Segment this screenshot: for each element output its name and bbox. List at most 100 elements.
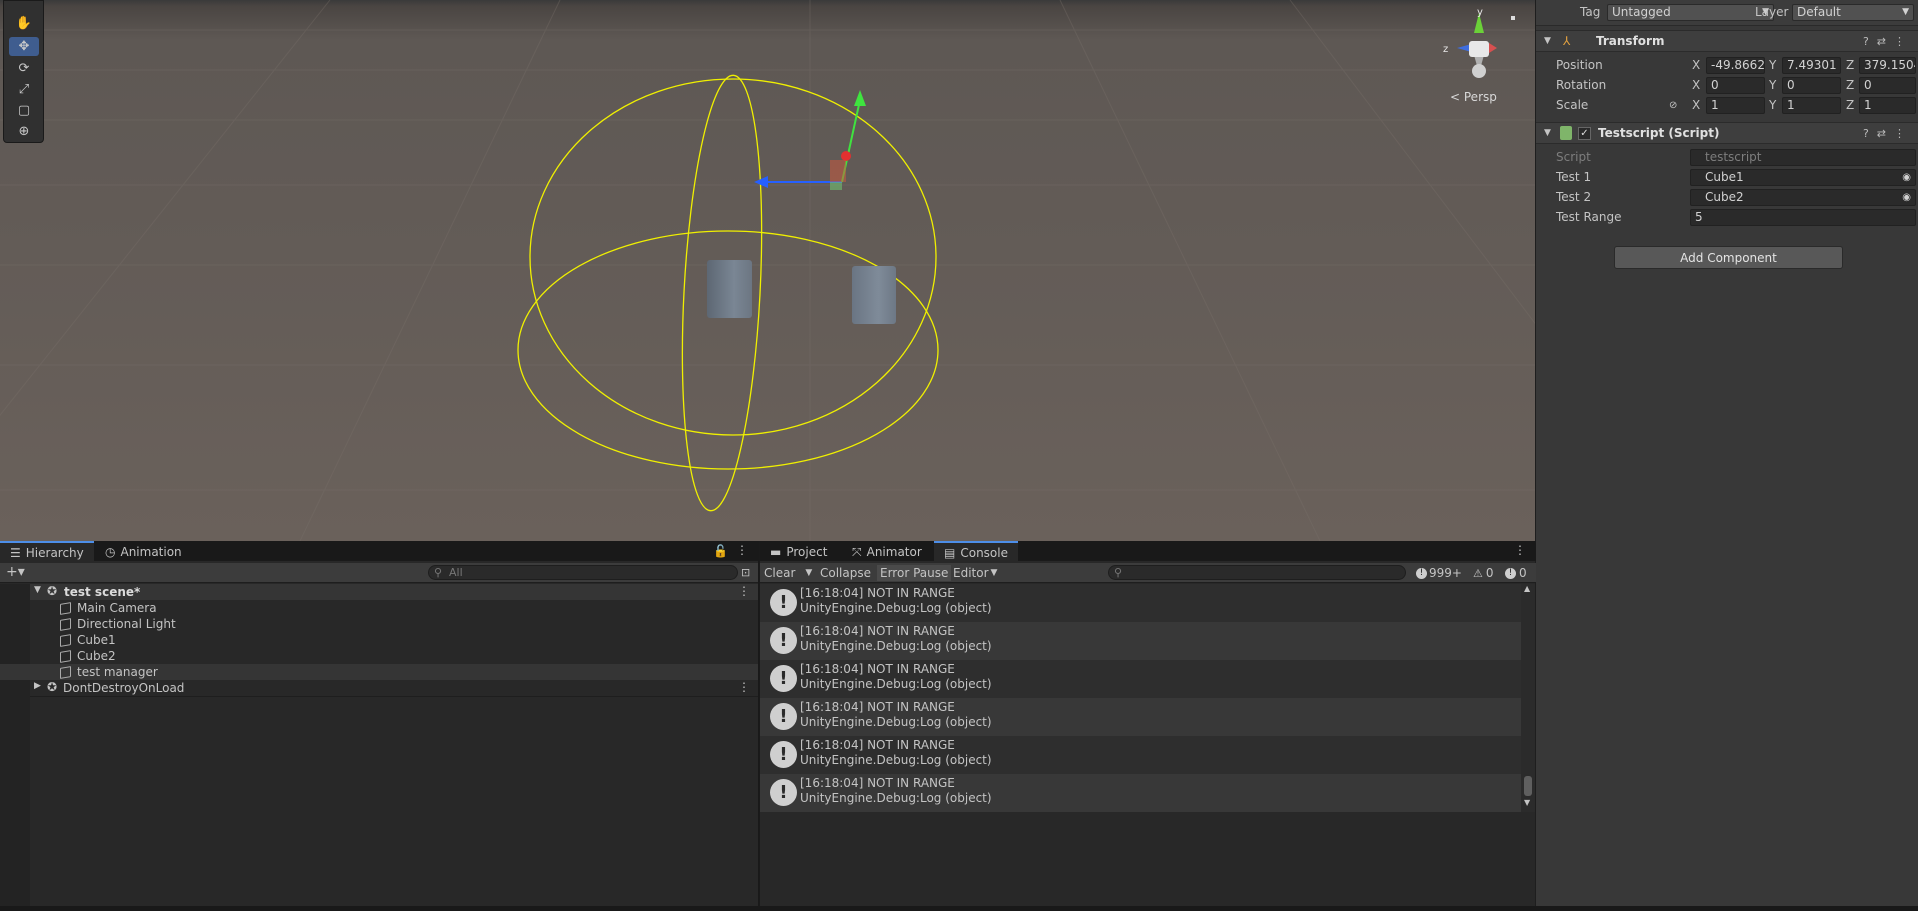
move-tool-button[interactable]: ✥ xyxy=(9,37,39,56)
list-item[interactable]: ! [16:18:04] NOT IN RANGE UnityEngine.Debu… xyxy=(760,622,1521,660)
console-icon: ▤ xyxy=(944,546,956,560)
scene-row[interactable]: ▼ ✪ test scene* ⋮ xyxy=(30,584,758,600)
foldout-arrow-icon[interactable]: ▶ xyxy=(34,681,41,691)
add-component-button[interactable]: Add Component xyxy=(1614,246,1843,269)
console-scrollbar[interactable]: ▲ ▼ xyxy=(1521,584,1535,812)
hand-tool-button[interactable]: ✋ xyxy=(9,14,39,33)
range-label: Test Range xyxy=(1556,210,1622,224)
search-icon: ⚲ xyxy=(1114,566,1123,579)
list-item[interactable]: Directional Light xyxy=(60,616,176,632)
foldout-arrow-icon[interactable]: ▼ xyxy=(1544,36,1551,46)
object-picker-icon[interactable]: ◉ xyxy=(1902,170,1911,185)
list-item[interactable]: ! [16:18:04] NOT IN RANGE UnityEngine.Debu… xyxy=(760,774,1521,812)
more-menu-icon[interactable]: ⋮ xyxy=(1514,543,1526,557)
testscript-title: Testscript (Script) xyxy=(1598,126,1720,140)
collapse-button[interactable]: Collapse xyxy=(820,565,871,581)
list-item[interactable]: ! [16:18:04] NOT IN RANGE UnityEngine.Debu… xyxy=(760,584,1521,622)
info-icon: ! xyxy=(1416,567,1427,579)
log-count: 999+ xyxy=(1429,566,1462,580)
rect-tool-button[interactable]: ▢ xyxy=(9,101,39,120)
tab-animator[interactable]: ⤧ Animator xyxy=(842,541,932,563)
perspective-toggle[interactable]: < Persp xyxy=(1450,90,1497,104)
tag-dropdown[interactable]: Untagged ▼ xyxy=(1607,4,1774,21)
scroll-down-icon[interactable]: ▼ xyxy=(1524,798,1530,807)
position-x-field[interactable]: -49.8662 xyxy=(1706,56,1765,74)
log-stacktrace: UnityEngine.Debug:Log (object) xyxy=(800,715,992,729)
orientation-gizmo[interactable]: y z xyxy=(1425,5,1515,80)
search-icon: ⚲ xyxy=(434,566,443,579)
axis-x-label: X xyxy=(1692,78,1701,92)
test-range-field[interactable]: 5 xyxy=(1690,208,1916,226)
tab-animator-label: Animator xyxy=(866,545,922,559)
gizmo-z-label: z xyxy=(1443,44,1448,55)
position-z-field[interactable]: 379.1504 xyxy=(1859,56,1916,74)
cube1-object[interactable] xyxy=(707,260,752,318)
scene-view[interactable]: ✋ ✥ ⟳ ⤢ ▢ ⊕ y z < Persp xyxy=(0,0,1535,541)
tab-console[interactable]: ▤ Console xyxy=(934,541,1018,563)
clear-button[interactable]: Clear ▼ xyxy=(764,565,812,581)
tab-project[interactable]: ▬ Project xyxy=(760,541,837,563)
more-menu-icon[interactable]: ⋮ xyxy=(736,543,748,557)
hierarchy-search-input[interactable]: ⚲ All xyxy=(428,565,738,580)
scale-tool-button[interactable]: ⤢ xyxy=(9,80,39,99)
create-button[interactable]: +▾ xyxy=(6,564,25,580)
foldout-arrow-icon[interactable]: ▼ xyxy=(34,585,41,595)
info-message-icon: ! xyxy=(770,589,797,616)
item-label: test manager xyxy=(77,665,158,679)
component-menu-icons[interactable]: ?⇄⋮ xyxy=(1863,127,1913,140)
list-item[interactable]: Main Camera xyxy=(60,600,157,616)
scene-visibility-icon[interactable]: ⊡ xyxy=(741,566,750,579)
list-item[interactable]: test manager xyxy=(60,664,158,680)
rotate-tool-button[interactable]: ⟳ xyxy=(9,59,39,78)
script-field: testscript xyxy=(1690,148,1916,166)
scene-menu-icon[interactable]: ⋮ xyxy=(738,584,750,598)
scene-menu-icon[interactable]: ⋮ xyxy=(738,680,750,694)
list-item[interactable]: Cube1 xyxy=(60,632,116,648)
component-menu-icons[interactable]: ?⇄⋮ xyxy=(1863,35,1913,48)
transform-tool-button[interactable]: ⊕ xyxy=(9,122,39,141)
error-count-toggle[interactable]: ! 0 xyxy=(1505,565,1527,581)
test2-object-field[interactable]: Cube2 ◉ xyxy=(1690,188,1916,206)
chevron-down-icon[interactable]: ▼ xyxy=(805,568,812,578)
warning-count-toggle[interactable]: ⚠ 0 xyxy=(1473,565,1494,581)
tab-console-label: Console xyxy=(960,546,1008,560)
hierarchy-toolbar: +▾ ⚲ All ⊡ xyxy=(0,563,758,583)
foldout-arrow-icon[interactable]: ▼ xyxy=(1544,128,1551,138)
scale-y-field[interactable]: 1 xyxy=(1782,96,1841,114)
cube2-object[interactable] xyxy=(852,266,896,324)
test1-object-field[interactable]: Cube1 ◉ xyxy=(1690,168,1916,186)
scale-x-field[interactable]: 1 xyxy=(1706,96,1765,114)
scroll-up-icon[interactable]: ▲ xyxy=(1524,584,1530,593)
position-row: Position X -49.8662 Y 7.49301 Z 379.1504 xyxy=(1536,55,1918,75)
enabled-checkbox[interactable]: ✓ xyxy=(1578,126,1591,140)
unity-scene-icon: ✪ xyxy=(47,680,58,694)
log-count-toggle[interactable]: ! 999+ xyxy=(1416,565,1462,581)
position-y-field[interactable]: 7.49301 xyxy=(1782,56,1841,74)
console-search-input[interactable]: ⚲ xyxy=(1108,565,1406,580)
testscript-header[interactable]: ▼ ✓ Testscript (Script) ?⇄⋮ xyxy=(1536,122,1918,144)
tab-animation[interactable]: ◷ Animation xyxy=(95,541,192,563)
lock-icon[interactable]: 🔓 xyxy=(713,544,728,558)
rotation-y-field[interactable]: 0 xyxy=(1782,76,1841,94)
rotation-x-field[interactable]: 0 xyxy=(1706,76,1765,94)
layer-dropdown[interactable]: Default ▼ xyxy=(1792,4,1914,21)
scrollbar-thumb[interactable] xyxy=(1524,776,1532,796)
list-item[interactable]: ! [16:18:04] NOT IN RANGE UnityEngine.Debu… xyxy=(760,736,1521,774)
scale-z-field[interactable]: 1 xyxy=(1859,96,1916,114)
editor-dropdown[interactable]: Editor ▼ xyxy=(953,565,997,581)
axis-z-label: Z xyxy=(1846,98,1855,112)
rotation-z-field[interactable]: 0 xyxy=(1859,76,1916,94)
list-item[interactable]: Cube2 xyxy=(60,648,116,664)
tab-hierarchy[interactable]: ☰ Hierarchy xyxy=(0,541,94,563)
list-item[interactable]: ! [16:18:04] NOT IN RANGE UnityEngine.Debu… xyxy=(760,698,1521,736)
clock-icon: ◷ xyxy=(105,545,116,559)
move-handle-gizmo[interactable] xyxy=(740,80,880,200)
transform-header[interactable]: ▼ ⅄ Transform ?⇄⋮ xyxy=(1536,30,1918,52)
list-item[interactable]: ! [16:18:04] NOT IN RANGE UnityEngine.Debu… xyxy=(760,660,1521,698)
warning-icon: ⚠ xyxy=(1473,566,1483,580)
constrain-proportions-icon[interactable]: ⊘ xyxy=(1669,100,1677,111)
error-pause-button[interactable]: Error Pause xyxy=(877,565,952,581)
item-label: Main Camera xyxy=(77,601,157,615)
ddol-row[interactable]: ▶ ✪ DontDestroyOnLoad ⋮ xyxy=(30,680,758,697)
object-picker-icon[interactable]: ◉ xyxy=(1902,190,1911,205)
